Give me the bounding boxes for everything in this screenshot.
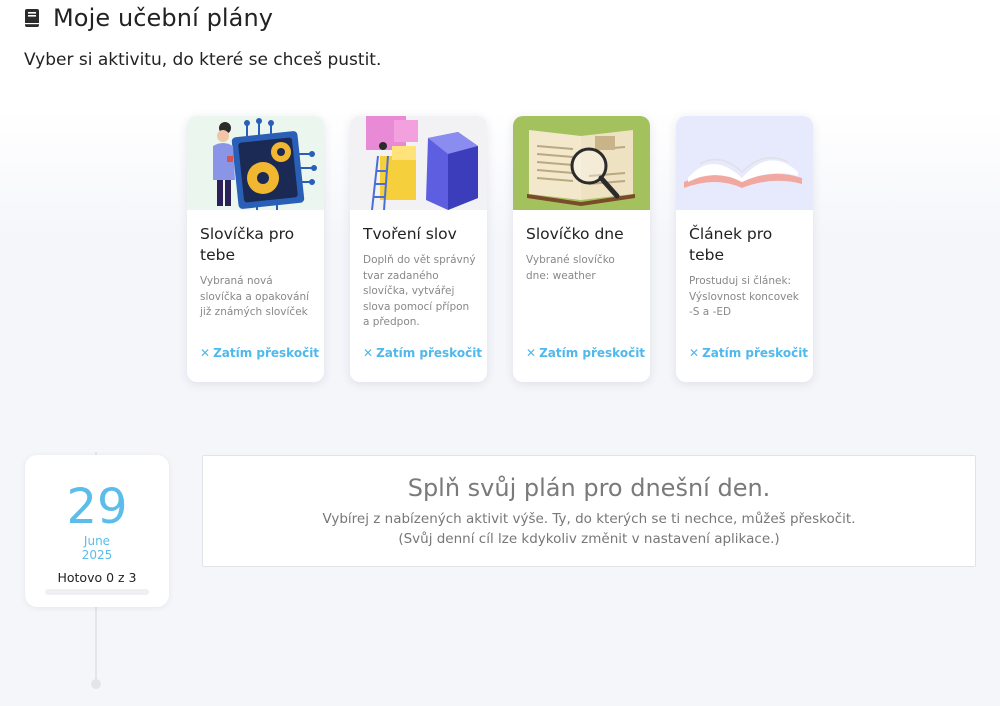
info-note: (Svůj denní cíl lze kdykoliv změnit v na… bbox=[398, 531, 780, 547]
skip-button[interactable]: ✕ Zatím přeskočit bbox=[363, 346, 482, 360]
daily-plan-info: Splň svůj plán pro dnešní den. Vybírej z… bbox=[202, 455, 976, 567]
person-with-gears-illustration bbox=[187, 116, 324, 210]
card-description: Prostuduj si článek: Výslovnost koncovek… bbox=[689, 275, 799, 318]
card-title: Tvoření slov bbox=[363, 225, 457, 243]
book-magnifier-illustration bbox=[513, 116, 650, 210]
card-description: Vybrané slovíčko dne: weather bbox=[526, 254, 615, 282]
skip-label: Zatím přeskočit bbox=[539, 346, 646, 360]
date-card: 29 June 2025 Hotovo 0 z 3 bbox=[25, 455, 169, 607]
progress-text: Hotovo 0 z 3 bbox=[57, 570, 137, 585]
skip-button[interactable]: ✕ Zatím přeskočit bbox=[526, 346, 645, 360]
skip-label: Zatím přeskočit bbox=[213, 346, 320, 360]
date-month: June bbox=[83, 534, 111, 548]
date-year: 2025 bbox=[81, 548, 113, 562]
activity-card-word-of-day[interactable]: Slovíčko dne Vybrané slovíčko dne: weath… bbox=[513, 116, 650, 382]
close-icon: ✕ bbox=[200, 346, 211, 360]
card-description: Vybraná nová slovíčka a opakování již zn… bbox=[200, 275, 310, 318]
card-title: Slovíčka pro tebe bbox=[200, 225, 295, 264]
close-icon: ✕ bbox=[526, 346, 537, 360]
skip-label: Zatím přeskočit bbox=[376, 346, 483, 360]
open-book-illustration bbox=[676, 116, 813, 210]
activity-card-word-formation[interactable]: Tvoření slov Doplň do vět správný tvar z… bbox=[350, 116, 487, 382]
activity-card-article[interactable]: Článek pro tebe Prostuduj si článek: Výs… bbox=[676, 116, 813, 382]
progress-bar bbox=[45, 589, 149, 595]
book-icon bbox=[25, 9, 39, 27]
close-icon: ✕ bbox=[689, 346, 700, 360]
activity-card-vocabulary[interactable]: Slovíčka pro tebe Vybraná nová slovíčka … bbox=[187, 116, 324, 382]
info-title: Splň svůj plán pro dnešní den. bbox=[407, 474, 771, 502]
skip-button[interactable]: ✕ Zatím přeskočit bbox=[200, 346, 319, 360]
date-day: 29 bbox=[66, 479, 128, 535]
info-text: Vybírej z nabízených aktivit výše. Ty, d… bbox=[322, 511, 856, 527]
close-icon: ✕ bbox=[363, 346, 374, 360]
card-title: Slovíčko dne bbox=[526, 225, 624, 243]
page-title: Moje učební plány bbox=[53, 4, 274, 32]
puzzle-blocks-illustration bbox=[350, 116, 487, 210]
card-description: Doplň do vět správný tvar zadaného sloví… bbox=[363, 254, 476, 328]
page-subtitle: Vyber si aktivitu, do které se chceš pus… bbox=[24, 50, 382, 70]
skip-button[interactable]: ✕ Zatím přeskočit bbox=[689, 346, 808, 360]
card-title: Článek pro tebe bbox=[689, 225, 773, 264]
page-header: Moje učební plány bbox=[24, 4, 273, 32]
timeline-dot bbox=[91, 679, 101, 689]
skip-label: Zatím přeskočit bbox=[702, 346, 809, 360]
